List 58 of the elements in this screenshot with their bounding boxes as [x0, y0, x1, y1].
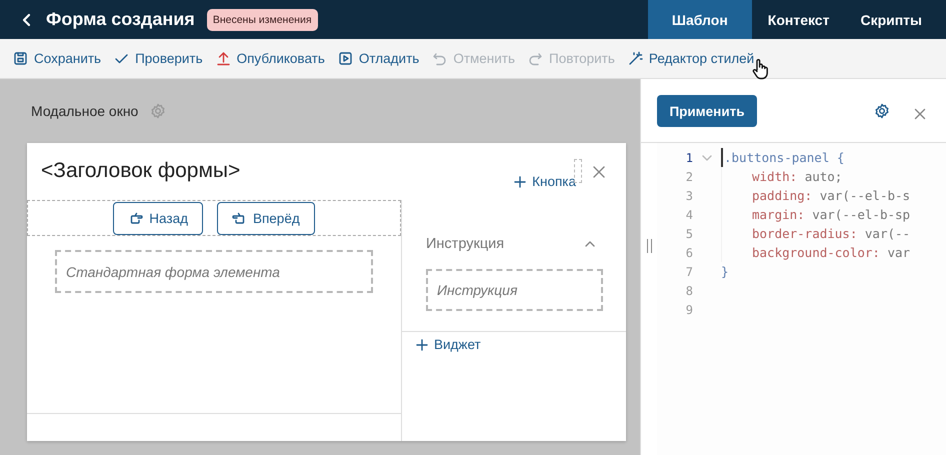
undo-icon — [432, 51, 448, 66]
settings-icon — [150, 103, 166, 119]
tab[interactable]: Скрипты — [845, 0, 946, 39]
add-widget-button[interactable]: Виджет — [416, 337, 481, 352]
line-number: 5 — [684, 226, 693, 240]
collapse-button[interactable] — [584, 240, 596, 248]
chevron-up-icon — [584, 240, 596, 248]
upload-icon — [216, 51, 231, 66]
toolbar-button[interactable]: Сохранить — [13, 51, 102, 66]
settings-button[interactable] — [874, 102, 890, 118]
code-text: width: auto; — [752, 169, 842, 184]
code-text: .buttons-panel { — [724, 150, 844, 165]
toolbar-button[interactable]: Опубликовать — [216, 51, 325, 66]
canvas-label: Модальное окно — [31, 103, 138, 119]
line-number: 8 — [684, 284, 693, 298]
line-number: 9 — [684, 302, 693, 316]
plus-icon — [416, 338, 428, 350]
back-icon — [22, 12, 32, 26]
close-icon — [914, 108, 926, 120]
page-title: Форма создания — [46, 9, 195, 30]
tab[interactable]: Шаблон — [648, 0, 752, 39]
form-title: <Заголовок формы> — [41, 159, 240, 184]
redo-icon — [528, 51, 543, 66]
plus-icon — [514, 176, 526, 188]
form-button[interactable]: Вперёд — [216, 202, 315, 235]
code-text: padding: var(--el-b-s — [752, 188, 910, 203]
fold-icon — [702, 154, 712, 160]
close-button[interactable] — [592, 165, 606, 179]
save-icon — [13, 51, 28, 66]
input-field[interactable]: Стандартная форма элемента — [55, 250, 373, 293]
line-number: 3 — [684, 188, 693, 202]
line-number: 1 — [684, 150, 693, 164]
code-text: background-color: var — [752, 245, 910, 260]
code-text: margin: var(--el-b-sp — [752, 207, 910, 222]
section-title: Инструкция — [426, 236, 504, 252]
tab[interactable]: Контекст — [752, 0, 846, 39]
close-button[interactable] — [914, 108, 926, 120]
drop-slot — [574, 159, 582, 183]
add-button[interactable]: Кнопка — [514, 174, 576, 189]
toolbar-button[interactable]: Редактор стилей — [628, 51, 754, 66]
close-icon — [592, 165, 606, 179]
magic-wand-icon — [628, 51, 643, 66]
resize-handle[interactable] — [647, 239, 652, 253]
line-number: 6 — [684, 246, 693, 260]
line-number: 4 — [684, 208, 693, 222]
line-number: 2 — [684, 170, 693, 184]
line-number: 7 — [684, 264, 693, 278]
toolbar-button[interactable]: Отладить — [338, 51, 420, 66]
play-icon — [338, 51, 353, 66]
text-cursor — [721, 148, 723, 167]
status-badge: Внесены изменения — [206, 8, 318, 30]
form-button[interactable]: Назад — [113, 202, 203, 235]
toolbar-button[interactable]: Проверить — [114, 51, 203, 66]
settings-icon — [874, 102, 890, 118]
input-field[interactable]: Инструкция — [426, 269, 603, 311]
code-text: border-radius: var(-- — [752, 226, 910, 241]
apply-button[interactable]: Применить — [657, 95, 757, 127]
code-text: } — [721, 264, 729, 279]
